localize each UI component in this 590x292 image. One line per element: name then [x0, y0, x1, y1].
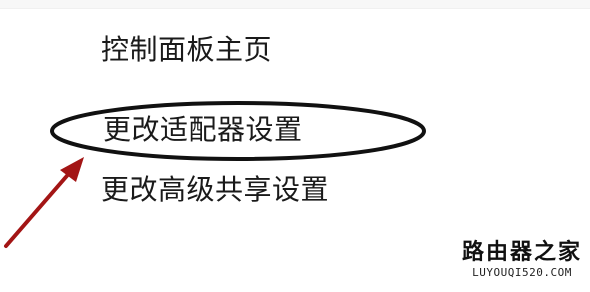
change-advanced-sharing-settings-link[interactable]: 更改高级共享设置 [101, 173, 329, 207]
watermark-title: 路由器之家 [462, 240, 583, 265]
control-panel-home-link[interactable]: 控制面板主页 [101, 33, 272, 67]
top-band [0, 0, 590, 9]
watermark-url: LUYOUQI520.COM [472, 266, 572, 279]
change-adapter-settings-link[interactable]: 更改适配器设置 [103, 113, 303, 147]
watermark-logo: 路由器之家 LUYOUQI520.COM [462, 240, 582, 286]
